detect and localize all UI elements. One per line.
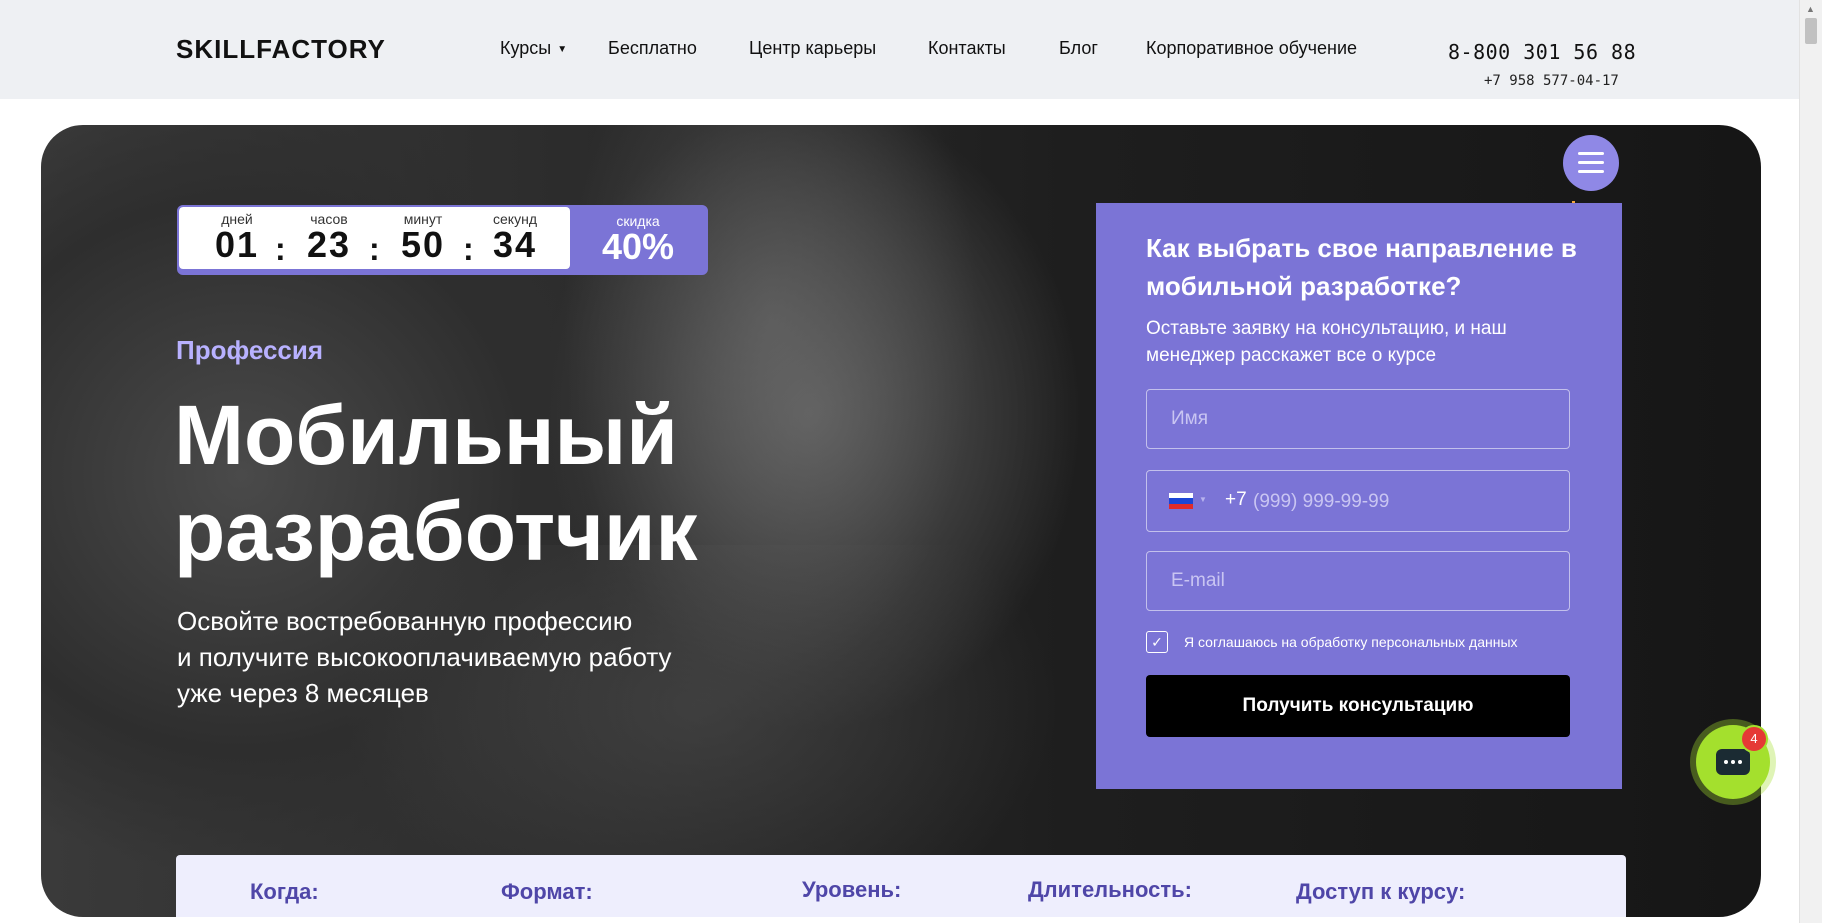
timer-minutes-value: 50: [400, 224, 446, 265]
course-info-bar: Когда: Формат: Уровень: Длительность: До…: [176, 855, 1626, 917]
consent-label: Я соглашаюсь на обработку персональных д…: [1184, 634, 1518, 650]
consent-checkbox[interactable]: ✓: [1146, 631, 1168, 653]
nav-item-courses[interactable]: Курсы ▼: [500, 38, 567, 59]
info-label: Формат:: [501, 879, 593, 904]
hero-title-line: разработчик: [174, 484, 698, 578]
nav-item-corporate[interactable]: Корпоративное обучение: [1146, 38, 1357, 59]
countdown-values: дней 01 : часов 23 : минут 50 : секунд 3…: [179, 207, 570, 269]
russia-flag-icon[interactable]: [1169, 493, 1193, 509]
timer-days-value: 01: [214, 224, 260, 265]
hamburger-line: [1578, 170, 1604, 173]
get-consultation-button[interactable]: Получить консультацию: [1146, 675, 1570, 737]
phone-field[interactable]: ▼ +7: [1146, 470, 1570, 532]
scroll-up-arrow-icon[interactable]: ▲: [1806, 4, 1815, 14]
form-subtitle: Оставьте заявку на консультацию, и наш м…: [1146, 318, 1507, 366]
countdown-timer: дней 01 : часов 23 : минут 50 : секунд 3…: [177, 205, 708, 275]
timer-hours: часов 23: [299, 211, 359, 263]
nav-item-blog[interactable]: Блог: [1059, 38, 1098, 59]
page-scrollbar[interactable]: ▲: [1799, 0, 1822, 923]
info-label: Когда:: [250, 879, 319, 904]
discount-badge: скидка 40%: [572, 207, 704, 269]
phone-main-link[interactable]: 8-800 301 56 88: [1448, 40, 1636, 64]
hero-eyebrow: Профессия: [176, 335, 324, 365]
phone-prefix: +7: [1225, 489, 1247, 510]
hamburger-line: [1578, 152, 1604, 155]
timer-minutes: минут 50: [393, 211, 453, 263]
hero-subtitle-line: и получите высокооплачиваемую работу: [177, 642, 672, 672]
info-label: Уровень:: [802, 877, 902, 902]
site-header: SKILLFACTORY Курсы ▼ Бесплатно Центр карь…: [0, 0, 1800, 99]
hero-title-line: Мобильный: [174, 388, 678, 482]
timer-seconds: секунд 34: [485, 211, 545, 263]
hero-subtitle-line: уже через 8 месяцев: [177, 678, 429, 708]
hamburger-menu-button[interactable]: [1563, 135, 1619, 191]
logo[interactable]: SKILLFACTORY: [176, 34, 386, 65]
consultation-form: Как выбрать свое направление в мобильной…: [1096, 203, 1622, 789]
chat-widget-button[interactable]: 4: [1696, 725, 1770, 799]
hero-title: Мобильный разработчик: [174, 387, 698, 579]
timer-separator: :: [369, 231, 380, 267]
phone-input[interactable]: [1251, 483, 1555, 521]
caret-down-icon[interactable]: ▼: [1199, 495, 1207, 504]
phone-alt-link[interactable]: +7 958 577-04-17: [1484, 73, 1619, 89]
timer-separator: :: [275, 231, 286, 267]
hero-subtitle: Освойте востребованную профессию и получ…: [177, 603, 777, 711]
nav-item-free[interactable]: Бесплатно: [608, 38, 697, 59]
hero-subtitle-line: Освойте востребованную профессию: [177, 606, 633, 636]
form-title: Как выбрать свое направление в мобильной…: [1146, 233, 1577, 301]
hamburger-line: [1578, 161, 1604, 164]
nav-item-contacts[interactable]: Контакты: [928, 38, 1006, 59]
timer-days: дней 01: [207, 211, 267, 263]
chat-unread-badge: 4: [1740, 725, 1768, 753]
info-label: Доступ к курсу:: [1296, 879, 1466, 904]
timer-seconds-value: 34: [492, 224, 538, 265]
discount-value: 40%: [601, 226, 675, 267]
info-label: Длительность:: [1028, 877, 1192, 902]
nav-item-career[interactable]: Центр карьеры: [749, 38, 876, 59]
nav-item-label: Курсы: [500, 38, 552, 58]
email-input[interactable]: [1146, 551, 1570, 611]
chat-icon: [1716, 749, 1750, 775]
scroll-thumb[interactable]: [1805, 18, 1817, 44]
timer-separator: :: [463, 231, 474, 267]
hero-section: дней 01 : часов 23 : минут 50 : секунд 3…: [41, 125, 1761, 917]
caret-down-icon: ▼: [557, 43, 568, 55]
timer-hours-value: 23: [306, 224, 352, 265]
name-input[interactable]: [1146, 389, 1570, 449]
